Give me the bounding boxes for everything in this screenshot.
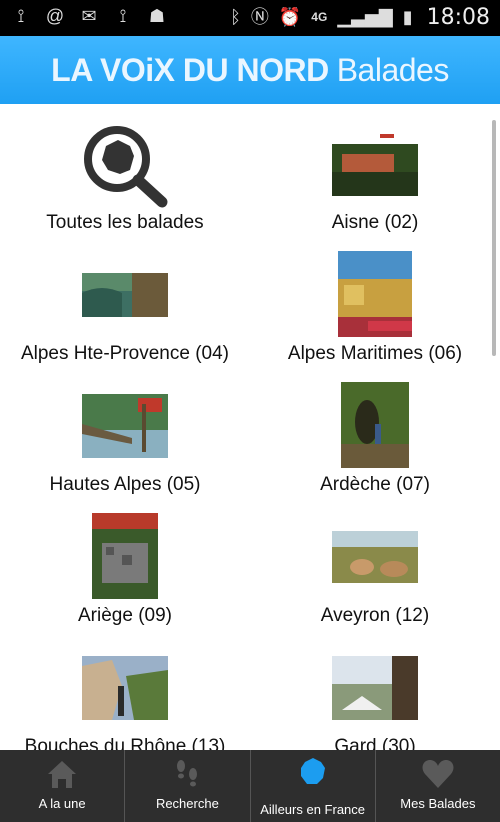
nav-item-ailleurs-en-france[interactable]: Ailleurs en France: [249, 750, 375, 822]
aisne-photo: [332, 132, 418, 196]
grid-item-aveyron[interactable]: Aveyron (12): [250, 497, 500, 628]
hautes-alpes-photo: [82, 394, 168, 458]
grid-item-label: Ardèche (07): [320, 474, 430, 495]
grid-item-label: Aisne (02): [331, 212, 419, 233]
nav-label: Mes Balades: [400, 796, 476, 811]
app-header: LA VOiX DU NORD Balades: [0, 36, 500, 104]
nav-label: Ailleurs en France: [260, 802, 366, 817]
grid-item-all[interactable]: Toutes les balades: [0, 104, 250, 235]
nav-item-mes-balades[interactable]: Mes Balades: [374, 750, 500, 822]
france-map-icon: [300, 758, 325, 784]
nfc-icon: Ⓝ: [250, 7, 269, 27]
grid-item-label: Ariège (09): [78, 605, 172, 626]
mail-icon: ✉: [81, 6, 97, 26]
grid-item-label: Aveyron (12): [320, 605, 430, 626]
ariege-photo: [92, 513, 158, 599]
grid-item-alpes-maritimes[interactable]: Alpes Maritimes (06): [250, 235, 500, 366]
bouches-du-rhone-photo: [82, 656, 168, 720]
nav-item-recherche[interactable]: Recherche: [124, 750, 249, 822]
android-icon: ☗: [148, 6, 166, 26]
grid-item-label: Alpes Maritimes (06): [287, 343, 463, 364]
status-bar: ⟟ @ ✉ ⟟ ☗ ᛒ Ⓝ ⏰ 4G ▁▃▅▇ ▮ 18:08: [0, 0, 500, 36]
alpes-hte-provence-photo: [82, 273, 168, 317]
alarm-icon: ⏰: [278, 7, 302, 27]
brand-logo: LA VOiX DU NORD Balades: [51, 52, 449, 89]
grid-item-ardeche[interactable]: Ardèche (07): [250, 366, 500, 497]
usb-icon: ⟟: [119, 6, 127, 26]
heart-icon: [422, 760, 454, 788]
signal-icon: ▁▃▅▇: [337, 7, 393, 27]
grid-item-ariege[interactable]: Ariège (09): [0, 497, 250, 628]
grid-item-label: Toutes les balades: [46, 212, 204, 233]
grid-item-alpes-hte-provence[interactable]: Alpes Hte-Provence (04): [0, 235, 250, 366]
grid-item-bouches-du-rhone[interactable]: Bouches du Rhône (13): [0, 628, 250, 750]
network-label: 4G: [311, 10, 328, 24]
gard-photo: [332, 656, 418, 720]
clock: 18:08: [426, 4, 490, 30]
brand-subtitle: Balades: [336, 51, 450, 88]
bottom-nav: A la une Recherche Ailleurs en France Me…: [0, 750, 500, 822]
bluetooth-icon: ᛒ: [230, 7, 241, 27]
scrollbar[interactable]: [492, 120, 496, 356]
grid-item-label: Bouches du Rhône (13): [24, 736, 226, 750]
nav-label: A la une: [38, 796, 86, 811]
notification-icons: ⟟ @ ✉ ⟟ ☗: [10, 5, 168, 27]
search-map-icon: [84, 126, 168, 208]
alpes-maritimes-photo: [338, 251, 412, 337]
at-icon: @: [45, 6, 65, 26]
region-grid: Toutes les balades Aisne (02) Alpes Hte-…: [0, 104, 500, 750]
nav-label: Recherche: [155, 796, 219, 811]
brand-name: LA VOiX DU NORD: [51, 51, 329, 88]
grid-item-hautes-alpes[interactable]: Hautes Alpes (05): [0, 366, 250, 497]
aveyron-photo: [332, 531, 418, 583]
ardeche-photo: [341, 382, 409, 468]
grid-item-aisne[interactable]: Aisne (02): [250, 104, 500, 235]
usb-icon: ⟟: [17, 6, 25, 26]
system-icons: ᛒ Ⓝ ⏰ 4G ▁▃▅▇ ▮ 18:08: [230, 4, 490, 30]
grid-item-label: Gard (30): [334, 736, 416, 750]
home-icon: [48, 761, 77, 788]
grid-item-gard[interactable]: Gard (30): [250, 628, 500, 750]
battery-icon: ▮: [402, 7, 413, 27]
footprints-icon: [177, 760, 198, 787]
grid-item-label: Hautes Alpes (05): [49, 474, 201, 495]
grid-item-label: Alpes Hte-Provence (04): [20, 343, 230, 364]
nav-item-a-la-une[interactable]: A la une: [0, 750, 124, 822]
